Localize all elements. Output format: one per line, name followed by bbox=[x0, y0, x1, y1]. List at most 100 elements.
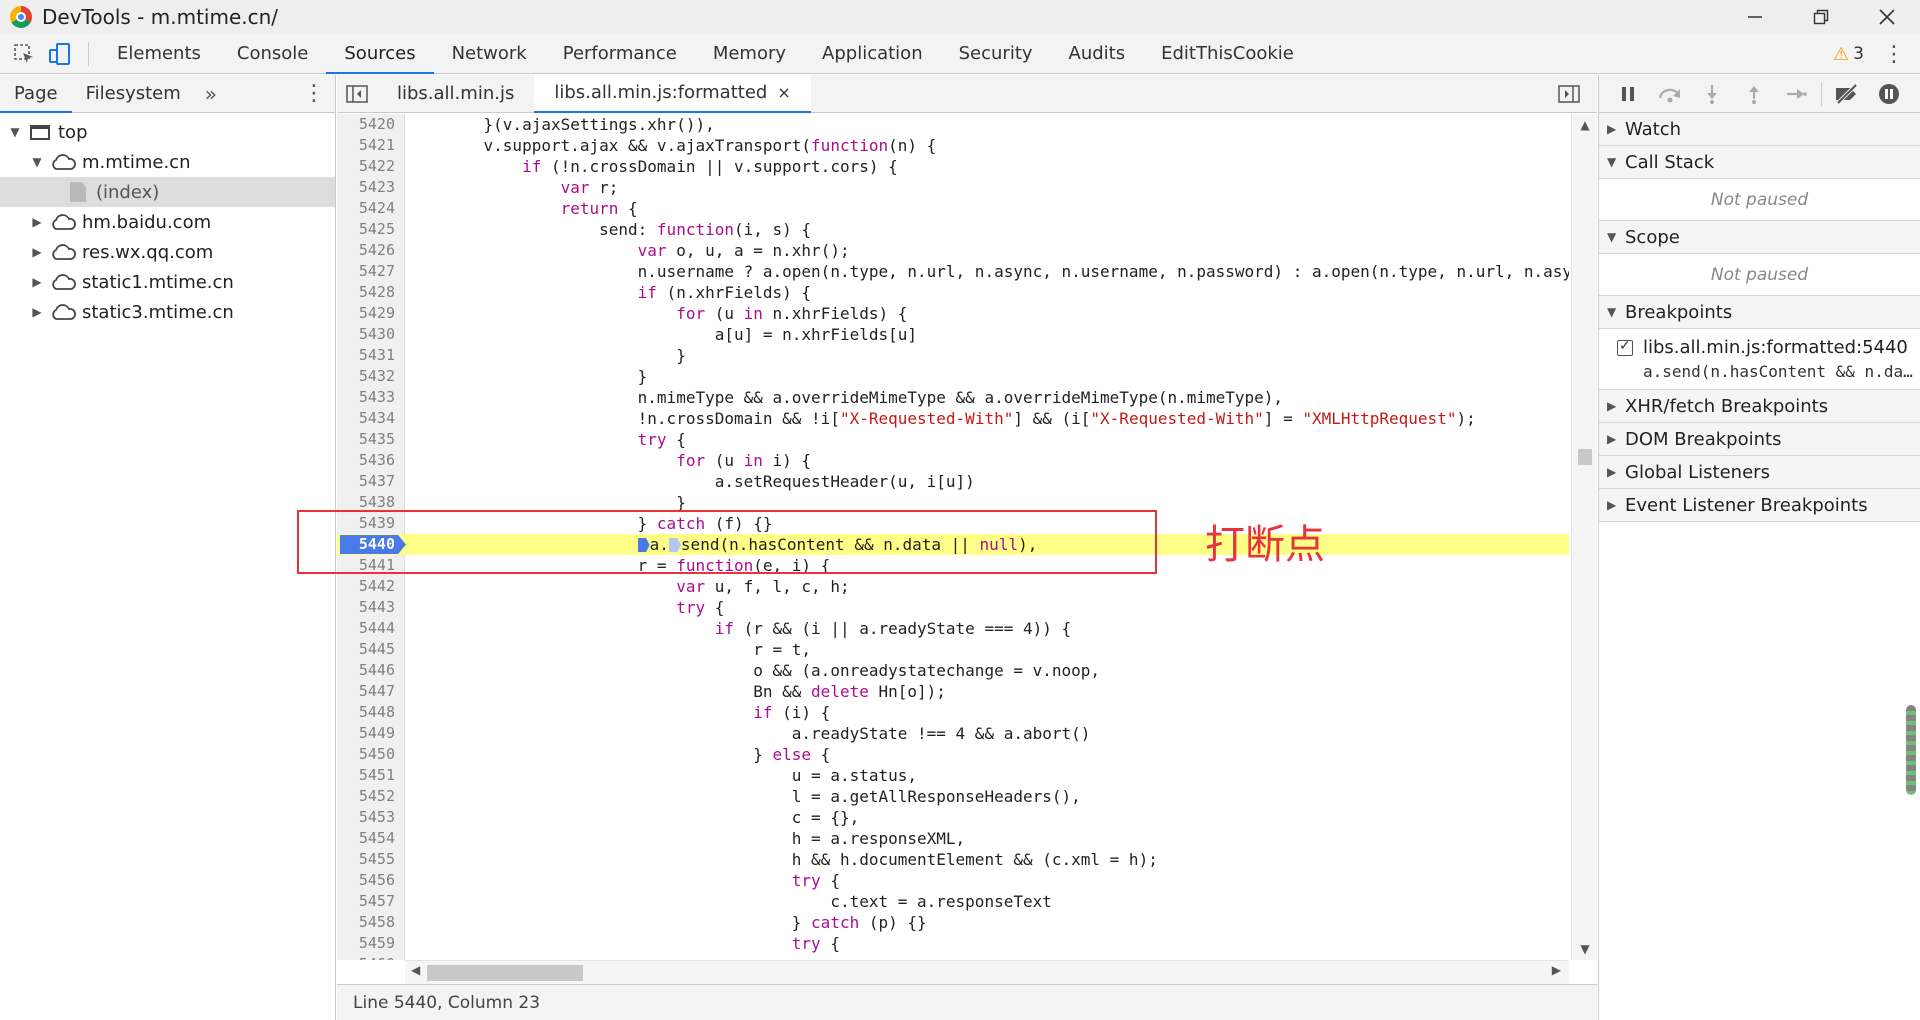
line-number[interactable]: 5449 bbox=[337, 723, 395, 744]
code-line[interactable]: 5449 a.readyState !== 4 && a.abort() bbox=[337, 723, 1569, 744]
line-number[interactable]: 5420 bbox=[337, 114, 395, 135]
code-line[interactable]: 5446 o && (a.onreadystatechange = v.noop… bbox=[337, 660, 1569, 681]
tree-item-domain[interactable]: ▶ static1.mtime.cn bbox=[0, 267, 335, 297]
code-line[interactable]: 5447 Bn && delete Hn[o]); bbox=[337, 681, 1569, 702]
expand-arrow-icon[interactable]: ▶ bbox=[28, 215, 46, 229]
code-line[interactable]: 5453 c = {}, bbox=[337, 807, 1569, 828]
close-window-button[interactable] bbox=[1854, 0, 1920, 34]
close-tab-icon[interactable]: × bbox=[777, 74, 790, 112]
side-drag-handle[interactable] bbox=[1906, 705, 1916, 795]
line-number[interactable]: 5433 bbox=[337, 387, 395, 408]
line-number[interactable]: 5455 bbox=[337, 849, 395, 870]
code-line[interactable]: 5435 try { bbox=[337, 429, 1569, 450]
code-line[interactable]: 5455 h && h.documentElement && (c.xml = … bbox=[337, 849, 1569, 870]
code-line[interactable]: 5457 c.text = a.responseText bbox=[337, 891, 1569, 912]
step-button[interactable] bbox=[1775, 75, 1817, 113]
line-number[interactable]: 5450 bbox=[337, 744, 395, 765]
line-number[interactable]: 5456 bbox=[337, 870, 395, 891]
code-line[interactable]: 5433 n.mimeType && a.overrideMimeType &&… bbox=[337, 387, 1569, 408]
tree-item-frame[interactable]: ▼ top bbox=[0, 117, 335, 147]
code-line[interactable]: 5424 return { bbox=[337, 198, 1569, 219]
line-number[interactable]: 5447 bbox=[337, 681, 395, 702]
line-number[interactable]: 5423 bbox=[337, 177, 395, 198]
panel-tab-audits[interactable]: Audits bbox=[1051, 34, 1144, 74]
line-number[interactable]: 5446 bbox=[337, 660, 395, 681]
code-line[interactable]: 5421 v.support.ajax && v.ajaxTransport(f… bbox=[337, 135, 1569, 156]
deactivate-breakpoints-button[interactable] bbox=[1826, 75, 1868, 113]
panel-tab-sources[interactable]: Sources bbox=[326, 34, 434, 74]
code-line[interactable]: 5444 if (r && (i || a.readyState === 4))… bbox=[337, 618, 1569, 639]
toggle-debugger-button[interactable] bbox=[1549, 75, 1589, 113]
step-over-button[interactable] bbox=[1649, 75, 1691, 113]
line-number[interactable]: 5429 bbox=[337, 303, 395, 324]
code-line[interactable]: 5425 send: function(i, s) { bbox=[337, 219, 1569, 240]
code-line[interactable]: 5452 l = a.getAllResponseHeaders(), bbox=[337, 786, 1569, 807]
tree-item-domain[interactable]: ▶ static3.mtime.cn bbox=[0, 297, 335, 327]
code-line[interactable]: 5423 var r; bbox=[337, 177, 1569, 198]
code-line[interactable]: 5431 } bbox=[337, 345, 1569, 366]
breakpoint-item[interactable]: libs.all.min.js:formatted:5440 a.send(n.… bbox=[1599, 329, 1920, 390]
scroll-left-arrow-icon[interactable]: ◀ bbox=[411, 963, 420, 977]
panel-tab-security[interactable]: Security bbox=[941, 34, 1051, 74]
scroll-down-arrow-icon[interactable]: ▼ bbox=[1572, 942, 1598, 956]
editor-tab-libs-min[interactable]: libs.all.min.js bbox=[377, 75, 534, 113]
watch-pane-header[interactable]: ▶ Watch bbox=[1599, 113, 1920, 146]
step-into-button[interactable] bbox=[1691, 75, 1733, 113]
call-stack-pane-header[interactable]: ▼ Call Stack bbox=[1599, 146, 1920, 179]
tree-item-domain[interactable]: ▶ hm.baidu.com bbox=[0, 207, 335, 237]
line-number[interactable]: 5458 bbox=[337, 912, 395, 933]
toggle-navigator-button[interactable] bbox=[337, 75, 377, 113]
code-line[interactable]: 5422 if (!n.crossDomain || v.support.cor… bbox=[337, 156, 1569, 177]
line-number[interactable]: 5437 bbox=[337, 471, 395, 492]
line-number[interactable]: 5444 bbox=[337, 618, 395, 639]
code-line[interactable]: 5458 } catch (p) {} bbox=[337, 912, 1569, 933]
event-listener-breakpoints-pane-header[interactable]: ▶ Event Listener Breakpoints bbox=[1599, 489, 1920, 522]
navigator-menu-button[interactable]: ⋮ bbox=[303, 75, 325, 113]
line-number[interactable]: 5452 bbox=[337, 786, 395, 807]
panel-tab-network[interactable]: Network bbox=[434, 34, 545, 74]
pause-button[interactable] bbox=[1607, 75, 1649, 113]
code-line[interactable]: 5443 try { bbox=[337, 597, 1569, 618]
line-number[interactable]: 5440 bbox=[337, 534, 395, 555]
warnings-counter[interactable]: ⚠ 3 bbox=[1833, 34, 1864, 74]
navigator-tab-filesystem[interactable]: Filesystem bbox=[72, 75, 195, 113]
line-number[interactable]: 5448 bbox=[337, 702, 395, 723]
breakpoints-pane-header[interactable]: ▼ Breakpoints bbox=[1599, 296, 1920, 329]
panel-tab-editthiscookie[interactable]: EditThisCookie bbox=[1143, 34, 1312, 74]
code-line[interactable]: 5429 for (u in n.xhrFields) { bbox=[337, 303, 1569, 324]
editor-tab-libs-formatted[interactable]: libs.all.min.js:formatted × bbox=[534, 74, 811, 113]
line-number[interactable]: 5445 bbox=[337, 639, 395, 660]
line-number[interactable]: 5432 bbox=[337, 366, 395, 387]
line-number[interactable]: 5457 bbox=[337, 891, 395, 912]
dom-breakpoints-pane-header[interactable]: ▶ DOM Breakpoints bbox=[1599, 423, 1920, 456]
line-number[interactable]: 5443 bbox=[337, 597, 395, 618]
code-line[interactable]: 5456 try { bbox=[337, 870, 1569, 891]
tree-item-file[interactable]: (index) bbox=[0, 177, 335, 207]
code-line[interactable]: 5451 u = a.status, bbox=[337, 765, 1569, 786]
code-line[interactable]: 5430 a[u] = n.xhrFields[u] bbox=[337, 324, 1569, 345]
line-number[interactable]: 5428 bbox=[337, 282, 395, 303]
code-line[interactable]: 5448 if (i) { bbox=[337, 702, 1569, 723]
scope-pane-header[interactable]: ▼ Scope bbox=[1599, 221, 1920, 254]
code-line[interactable]: 5437 a.setRequestHeader(u, i[u]) bbox=[337, 471, 1569, 492]
line-number[interactable]: 5460 bbox=[337, 954, 395, 960]
device-toolbar-button[interactable] bbox=[42, 36, 78, 72]
tree-item-domain[interactable]: ▶ res.wx.qq.com bbox=[0, 237, 335, 267]
code-line[interactable]: 5450 } else { bbox=[337, 744, 1569, 765]
collapse-arrow-icon[interactable]: ▼ bbox=[6, 125, 24, 139]
panel-tab-elements[interactable]: Elements bbox=[99, 34, 219, 74]
code-line[interactable]: 5434 !n.crossDomain && !i["X-Requested-W… bbox=[337, 408, 1569, 429]
horizontal-scrollbar[interactable]: ◀ ▶ bbox=[405, 960, 1569, 984]
expand-arrow-icon[interactable]: ▶ bbox=[28, 275, 46, 289]
more-tabs-chevron-icon[interactable]: » bbox=[195, 82, 227, 106]
global-listeners-pane-header[interactable]: ▶ Global Listeners bbox=[1599, 456, 1920, 489]
code-line[interactable]: 5459 try { bbox=[337, 933, 1569, 954]
devtools-menu-button[interactable]: ⋮ bbox=[1876, 34, 1912, 74]
expand-arrow-icon[interactable]: ▶ bbox=[28, 245, 46, 259]
line-number[interactable]: 5434 bbox=[337, 408, 395, 429]
line-number[interactable]: 5454 bbox=[337, 828, 395, 849]
code-line[interactable]: 5420 }(v.ajaxSettings.xhr()), bbox=[337, 114, 1569, 135]
line-number[interactable]: 5442 bbox=[337, 576, 395, 597]
line-number[interactable]: 5426 bbox=[337, 240, 395, 261]
code-line[interactable]: 5427 n.username ? a.open(n.type, n.url, … bbox=[337, 261, 1569, 282]
